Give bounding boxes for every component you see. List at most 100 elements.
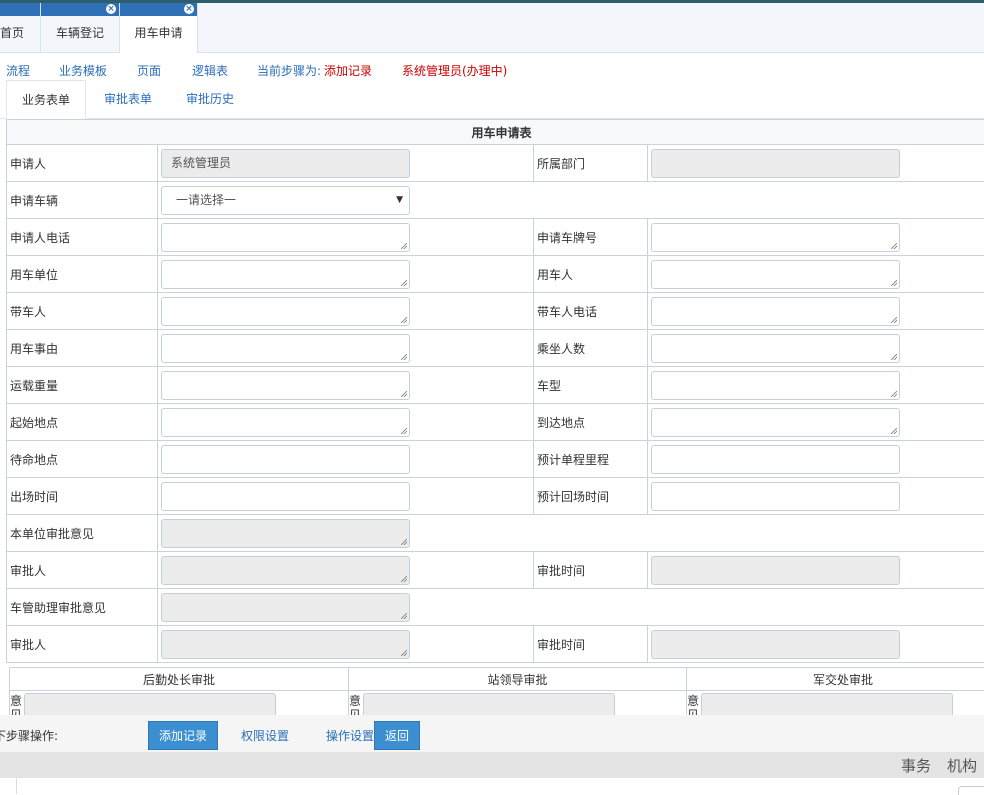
current-step-value: 添加记录	[324, 62, 372, 79]
field-cell	[648, 330, 984, 367]
field-label: 申请人电话	[7, 219, 158, 256]
tab-vehicle-register[interactable]: × 车辆登记	[41, 3, 120, 52]
opinion-textarea[interactable]	[701, 693, 953, 715]
field-label: 申请车辆	[7, 182, 158, 219]
field-cell: 一请选择一▼	[158, 182, 984, 219]
field-input[interactable]	[161, 408, 410, 437]
opinion-cell: 意见	[10, 691, 349, 716]
status-bar: 事务 机构	[0, 752, 984, 778]
handler-status: 系统管理员(办理中)	[402, 62, 507, 79]
workflow-toolbar: 流程 业务模板 页面 逻辑表 当前步骤为: 添加记录 系统管理员(办理中)	[0, 62, 984, 80]
field-cell	[648, 478, 984, 515]
field-label: 审批时间	[534, 626, 648, 663]
field-input[interactable]	[161, 334, 410, 363]
form-row: 起始地点到达地点	[7, 404, 984, 441]
field-cell	[158, 404, 534, 441]
field-cell	[648, 404, 984, 441]
field-input[interactable]	[651, 408, 900, 437]
field-input[interactable]	[161, 297, 410, 326]
status-org[interactable]: 机构	[947, 755, 977, 776]
field-input[interactable]	[651, 371, 900, 400]
field-cell	[648, 219, 984, 256]
field-label: 车型	[534, 367, 648, 404]
form-row: 申请人电话 申请车牌号	[7, 219, 984, 256]
field-input[interactable]	[651, 630, 900, 659]
field-input[interactable]	[161, 371, 410, 400]
field-cell	[648, 626, 984, 663]
form-row: 申请人系统管理员所属部门	[7, 145, 984, 182]
field-input[interactable]	[161, 556, 410, 585]
approval-subtable: 后勤处长审批 站领导审批 军交处审批 意见 意见 意见	[9, 667, 984, 715]
field-label: 申请车牌号	[534, 219, 648, 256]
subtable-header: 后勤处长审批	[10, 668, 349, 691]
field-input[interactable]	[161, 519, 410, 548]
field-label: 出场时间	[7, 478, 158, 515]
field-input[interactable]	[651, 556, 900, 585]
tab-approval-form[interactable]: 审批表单	[90, 80, 166, 118]
field-input[interactable]	[161, 482, 410, 511]
field-input[interactable]: 系统管理员	[161, 149, 410, 178]
field-input[interactable]	[161, 445, 410, 474]
field-input[interactable]	[651, 297, 900, 326]
operation-settings-link[interactable]: 操作设置	[326, 727, 374, 744]
field-value: 系统管理员	[171, 156, 231, 170]
form-row: 本单位审批意见	[7, 515, 984, 552]
status-affairs[interactable]: 事务	[901, 755, 931, 776]
field-input[interactable]	[161, 630, 410, 659]
field-input[interactable]	[161, 260, 410, 289]
field-label: 用车单位	[7, 256, 158, 293]
field-cell	[158, 256, 534, 293]
vehicle-select[interactable]: 一请选择一▼	[161, 186, 410, 215]
flow-link[interactable]: 流程	[6, 62, 30, 79]
tab-label: 用车申请	[120, 24, 197, 41]
field-cell	[158, 219, 534, 256]
page-tab-bar: 首页 × 车辆登记 × 用车申请	[0, 3, 984, 53]
tab-approval-history[interactable]: 审批历史	[172, 80, 248, 118]
logic-table-link[interactable]: 逻辑表	[192, 62, 228, 79]
form-row: 待命地点 预计单程里程	[7, 441, 984, 478]
add-record-button[interactable]: 添加记录	[148, 721, 218, 750]
field-label: 运载重量	[7, 367, 158, 404]
form-row: 审批人审批时间	[7, 626, 984, 663]
subtable-header: 军交处审批	[687, 668, 984, 691]
opinion-textarea[interactable]	[363, 693, 615, 715]
opinion-label: 意见	[349, 694, 363, 715]
form-scroll-area[interactable]: 用车申请表 申请人系统管理员所属部门申请车辆一请选择一▼申请人电话 申请车牌号用车…	[6, 119, 984, 715]
close-icon[interactable]: ×	[106, 4, 116, 14]
field-input[interactable]	[651, 149, 900, 178]
subtable-header: 站领导审批	[349, 668, 687, 691]
tab-home[interactable]: 首页	[0, 3, 41, 52]
field-cell	[648, 552, 984, 589]
field-label: 审批时间	[534, 552, 648, 589]
form-title: 用车申请表	[7, 120, 984, 145]
field-input[interactable]	[161, 223, 410, 252]
field-input[interactable]	[651, 334, 900, 363]
tab-vehicle-request[interactable]: × 用车申请	[120, 3, 198, 53]
permission-settings-link[interactable]: 权限设置	[241, 727, 289, 744]
form-row: 车管助理审批意见	[7, 589, 984, 626]
field-input[interactable]	[651, 223, 900, 252]
field-label: 预计回场时间	[534, 478, 648, 515]
field-input[interactable]	[161, 593, 410, 622]
opinion-label: 意见	[10, 694, 24, 715]
form-row: 运载重量 车型	[7, 367, 984, 404]
footer-area	[0, 778, 984, 794]
close-icon[interactable]: ×	[184, 4, 194, 14]
field-input[interactable]	[651, 482, 900, 511]
field-cell	[158, 330, 534, 367]
field-cell: 系统管理员	[158, 145, 534, 182]
page-link[interactable]: 页面	[137, 62, 161, 79]
opinion-textarea[interactable]	[24, 693, 276, 715]
field-label: 申请人	[7, 145, 158, 182]
field-label: 待命地点	[7, 441, 158, 478]
template-link[interactable]: 业务模板	[59, 62, 107, 79]
field-cell	[648, 145, 984, 182]
next-step-bar: 下步骤操作: 添加记录 权限设置 操作设置 返回	[0, 715, 984, 752]
field-label: 预计单程里程	[534, 441, 648, 478]
back-button[interactable]: 返回	[374, 721, 420, 750]
field-label: 到达地点	[534, 404, 648, 441]
tab-label: 车辆登记	[41, 24, 119, 41]
field-input[interactable]	[651, 260, 900, 289]
field-input[interactable]	[651, 445, 900, 474]
tab-business-form[interactable]: 业务表单	[6, 80, 86, 119]
